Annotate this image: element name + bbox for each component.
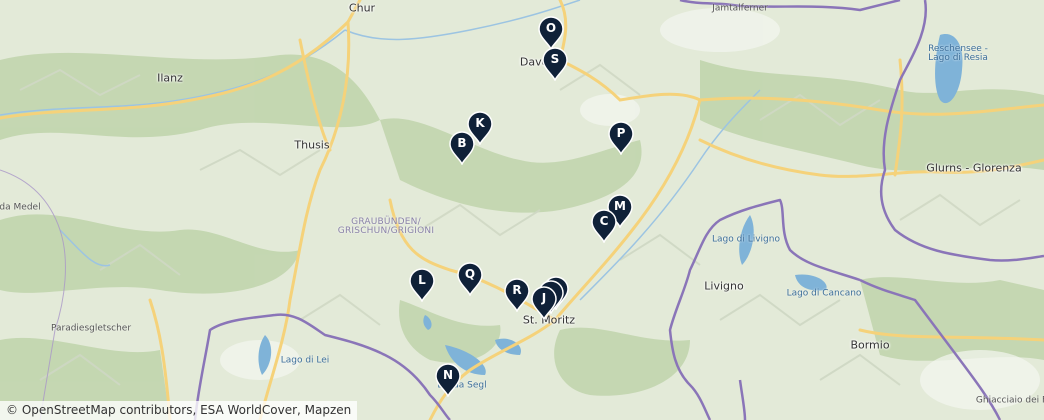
marker-label: J [541, 291, 547, 305]
marker-label: K [475, 116, 485, 130]
place-label-ilanz: Ilanz [157, 71, 183, 85]
map-marker-j[interactable]: J [531, 286, 557, 320]
marker-label: P [616, 126, 626, 140]
map-marker-o[interactable]: O [538, 16, 564, 50]
place-label-chur: Chur [348, 1, 376, 15]
region-label-graubuenden: GRAUBÜNDEN/ GRISCHUN/GRIGIONI [337, 217, 435, 236]
place-label-bormio: Bormio [850, 338, 890, 352]
place-label-ghiacciaio-forni: Ghiacciaio dei Forni [975, 395, 1044, 406]
map-marker-q[interactable]: Q [457, 262, 483, 296]
place-label-paradiesgletscher: Paradiesgletscher [50, 323, 132, 334]
map-marker-p[interactable]: P [608, 121, 634, 155]
marker-label: Q [464, 267, 476, 281]
map-marker-s[interactable]: S [542, 47, 568, 81]
marker-label: N [442, 368, 454, 382]
marker-label: L [418, 273, 426, 287]
place-label-lago-livigno: Lago di Livigno [712, 234, 780, 245]
place-label-thusis: Thusis [294, 138, 330, 152]
map-marker-r[interactable]: R [504, 278, 530, 312]
place-label-livigno: Livigno [704, 279, 744, 293]
marker-label: R [512, 283, 522, 297]
map-marker-n[interactable]: N [435, 363, 461, 397]
place-label-jamtalferner: Jamtalferner [712, 3, 768, 14]
map-marker-c[interactable]: C [591, 209, 617, 243]
map-marker-l[interactable]: L [409, 268, 435, 302]
map-attribution: © OpenStreetMap contributors, ESA WorldC… [0, 401, 358, 420]
marker-label: O [545, 21, 557, 35]
map-view[interactable]: Chur Davos Ilanz Thusis St. Moritz Livig… [0, 0, 1044, 420]
marker-label: S [550, 52, 560, 66]
place-label-lago-cancano: Lago di Cancano [786, 288, 862, 299]
place-label-reschensee: Reschensee - Lago di Resia [928, 44, 988, 63]
place-label-lago-di-lei: Lago di Lei [280, 355, 330, 366]
place-label-glurns: Glurns - Glorenza [926, 161, 1022, 175]
marker-label: C [599, 214, 609, 228]
marker-label: B [457, 136, 467, 150]
map-marker-b[interactable]: B [449, 131, 475, 165]
place-label-da-medel: da Medel [0, 202, 41, 213]
